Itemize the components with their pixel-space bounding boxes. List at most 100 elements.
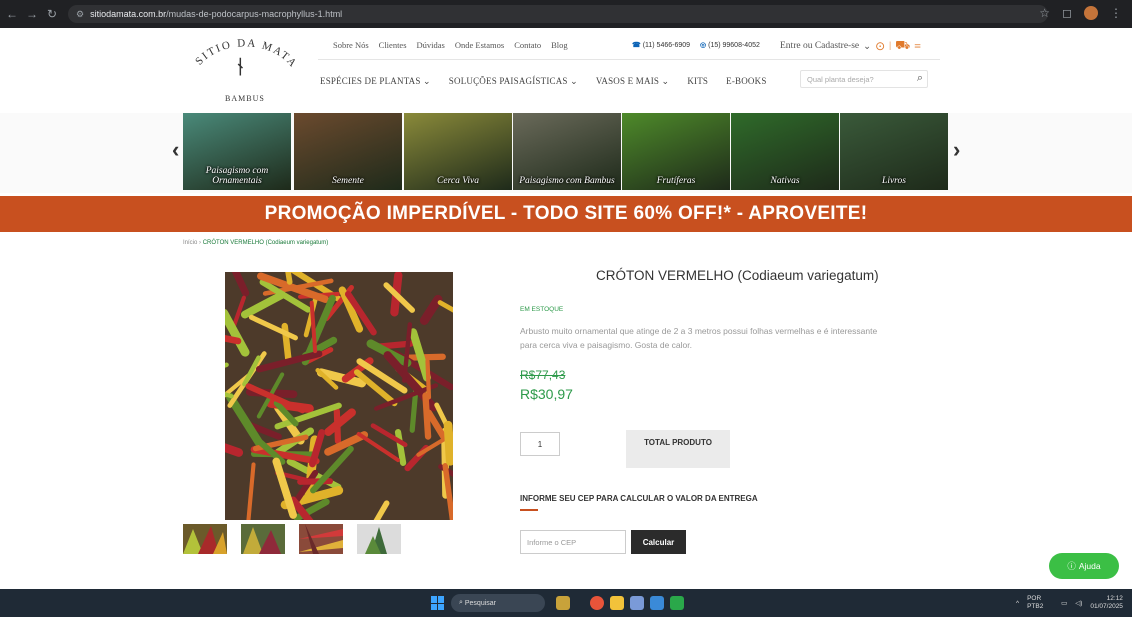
nav-vasos-label: VASOS E MAIS bbox=[595, 76, 660, 86]
product-thumbnail[interactable] bbox=[183, 524, 227, 554]
windows-start-icon[interactable] bbox=[431, 596, 445, 610]
product-thumbnail[interactable] bbox=[357, 524, 401, 554]
old-price: R$77,43 bbox=[520, 368, 566, 382]
category-label: Frutíferas bbox=[656, 176, 696, 186]
taskbar-widget-icon[interactable] bbox=[556, 596, 570, 610]
file-explorer-icon[interactable] bbox=[610, 596, 624, 610]
quantity-input[interactable]: 1 bbox=[520, 432, 560, 456]
help-label: Ajuda bbox=[1078, 561, 1101, 571]
nav-vasos[interactable]: VASOS E MAIS ⌄ bbox=[596, 76, 669, 87]
link-contato[interactable]: Contato bbox=[514, 40, 541, 50]
phone-landline-number: (11) 5466-6909 bbox=[642, 42, 691, 49]
breadcrumb-home[interactable]: Início bbox=[183, 240, 197, 246]
taskbar-app-icon[interactable] bbox=[650, 596, 664, 610]
browser-toolbar: ← → ↻ ⚙ sitiodamata.com.br /mudas-de-pod… bbox=[0, 0, 1132, 28]
product-description: Arbusto muito ornamental que atinge de 2… bbox=[520, 326, 878, 350]
help-icon: ⓘ bbox=[1067, 561, 1076, 571]
windows-taskbar: ⌕ Pesquisar ^ POR PTB2 ▭ ◁) 12:12 01/07/… bbox=[0, 589, 1132, 617]
category-label: Nativas bbox=[770, 176, 800, 186]
carousel-prev-icon[interactable]: ‹ bbox=[172, 137, 179, 163]
nav-solucoes-label: SOLUÇÕES PAISAGÍSTICAS bbox=[448, 76, 568, 86]
menu-icon[interactable]: ⋮ bbox=[1110, 6, 1122, 20]
main-nav: ESPÉCIES DE PLANTAS ⌄ SOLUÇÕES PAISAGÍST… bbox=[320, 76, 767, 87]
category-tile[interactable]: Semente bbox=[294, 113, 402, 190]
search-icon[interactable]: ⌕ bbox=[917, 72, 923, 85]
url-path: /mudas-de-podocarpus-macrophyllus-1.html bbox=[166, 9, 343, 19]
whatsapp-icon: ◎ bbox=[700, 42, 707, 49]
nav-solucoes[interactable]: SOLUÇÕES PAISAGÍSTICAS ⌄ bbox=[449, 76, 578, 87]
category-tile[interactable]: Paisagismo com Bambus bbox=[513, 113, 621, 190]
nav-especies-label: ESPÉCIES DE PLANTAS bbox=[320, 76, 421, 86]
calculate-shipping-button[interactable]: Calcular bbox=[631, 530, 686, 554]
link-duvidas[interactable]: Dúvidas bbox=[417, 40, 445, 50]
nav-ebooks[interactable]: E-BOOKS bbox=[726, 76, 766, 87]
category-tile[interactable]: Nativas bbox=[731, 113, 839, 190]
language-indicator[interactable]: POR PTB2 bbox=[1027, 595, 1053, 611]
reload-icon[interactable]: ↻ bbox=[44, 7, 60, 21]
bamboo-icon: ⫮ bbox=[237, 52, 244, 82]
taskbar-search-label: Pesquisar bbox=[464, 599, 497, 607]
total-product-button[interactable]: TOTAL PRODUTO bbox=[626, 430, 730, 468]
nav-especies[interactable]: ESPÉCIES DE PLANTAS ⌄ bbox=[320, 76, 431, 87]
breadcrumb: Início › CRÓTON VERMELHO (Codiaeum varie… bbox=[183, 240, 328, 246]
phone-landline[interactable]: ☎ (11) 5466-6909 bbox=[632, 41, 690, 49]
header-divider bbox=[318, 59, 940, 60]
phone-whatsapp[interactable]: ◎ (15) 99608-4052 bbox=[700, 41, 760, 49]
product-thumbnail[interactable] bbox=[299, 524, 343, 554]
category-tile[interactable]: Paisagismo com Ornamentais bbox=[183, 113, 291, 190]
taskbar-app-icon[interactable] bbox=[630, 596, 644, 610]
login-link[interactable]: Entre ou Cadastre-se bbox=[780, 41, 859, 51]
logo-subtitle: BAMBUS bbox=[225, 94, 265, 103]
user-icon[interactable]: ⊙ bbox=[875, 39, 885, 54]
extensions-icon[interactable]: ◻ bbox=[1062, 6, 1072, 20]
cep-input[interactable]: Informe o CEP bbox=[520, 530, 626, 554]
product-thumbnails bbox=[183, 524, 401, 554]
forward-icon[interactable]: → bbox=[24, 7, 40, 21]
back-icon[interactable]: ← bbox=[4, 7, 20, 21]
clock-time: 12:12 bbox=[1106, 595, 1123, 602]
product-main-image[interactable] bbox=[225, 272, 453, 520]
nav-kits[interactable]: KITS bbox=[687, 76, 708, 87]
logo-arc-text: SITIO DA MATA bbox=[193, 37, 298, 70]
carousel-next-icon[interactable]: › bbox=[953, 137, 960, 163]
url-domain: sitiodamata.com.br bbox=[90, 9, 167, 19]
link-sobre-nos[interactable]: Sobre Nós bbox=[333, 40, 369, 50]
bookmark-star-icon[interactable]: ☆ bbox=[1039, 6, 1050, 20]
category-label: Paisagismo com Bambus bbox=[519, 176, 615, 186]
chevron-down-icon: ⌄ bbox=[863, 41, 872, 52]
category-tile[interactable]: Livros bbox=[840, 113, 948, 190]
network-icon[interactable]: ▭ bbox=[1061, 599, 1067, 607]
category-tile[interactable]: Frutíferas bbox=[622, 113, 730, 190]
profile-avatar[interactable] bbox=[1084, 6, 1098, 20]
search-input[interactable]: Qual planta deseja? ⌕ bbox=[800, 70, 928, 88]
top-links: Sobre Nós Clientes Dúvidas Onde Estamos … bbox=[333, 40, 568, 50]
excel-icon[interactable] bbox=[670, 596, 684, 610]
link-blog[interactable]: Blog bbox=[551, 40, 568, 50]
shipping-cep-label: INFORME SEU CEP PARA CALCULAR O VALOR DA… bbox=[520, 494, 758, 503]
address-bar[interactable]: ⚙ sitiodamata.com.br /mudas-de-podocarpu… bbox=[68, 5, 1048, 23]
link-onde-estamos[interactable]: Onde Estamos bbox=[455, 40, 504, 50]
system-tray: ^ POR PTB2 ▭ ◁) 12:12 01/07/2025 bbox=[1016, 595, 1123, 611]
help-button[interactable]: ⓘ Ajuda bbox=[1049, 553, 1119, 579]
category-tile[interactable]: Cerca Viva bbox=[404, 113, 512, 190]
cart-icon[interactable]: ⛟ bbox=[895, 38, 910, 54]
chrome-icon[interactable] bbox=[590, 596, 604, 610]
clock[interactable]: 12:12 01/07/2025 bbox=[1090, 595, 1123, 611]
taskbar-search[interactable]: ⌕ Pesquisar bbox=[451, 594, 545, 612]
category-label: Livros bbox=[882, 176, 906, 186]
category-label: Cerca Viva bbox=[437, 176, 479, 186]
cep-placeholder: Informe o CEP bbox=[527, 537, 577, 547]
tray-chevron-icon[interactable]: ^ bbox=[1016, 600, 1019, 607]
hamburger-menu-icon[interactable]: ≡ bbox=[914, 39, 921, 54]
account-area: Entre ou Cadastre-se ⌄ ⊙ | ⛟ ≡ bbox=[780, 38, 921, 54]
site-logo[interactable]: SITIO DA MATA ⫮ BAMBUS bbox=[185, 36, 305, 104]
promo-banner[interactable]: PROMOÇÃO IMPERDÍVEL - TODO SITE 60% OFF!… bbox=[0, 196, 1132, 232]
site-info-icon[interactable]: ⚙ bbox=[76, 9, 84, 20]
volume-icon[interactable]: ◁) bbox=[1075, 599, 1082, 607]
breadcrumb-current: CRÓTON VERMELHO (Codiaeum variegatum) bbox=[202, 240, 329, 246]
site-header: SITIO DA MATA ⫮ BAMBUS Sobre Nós Cliente… bbox=[0, 28, 1132, 108]
search-placeholder: Qual planta deseja? bbox=[807, 74, 874, 84]
link-clientes[interactable]: Clientes bbox=[379, 40, 407, 50]
category-label: Paisagismo com Ornamentais bbox=[205, 166, 269, 186]
product-thumbnail[interactable] bbox=[241, 524, 285, 554]
